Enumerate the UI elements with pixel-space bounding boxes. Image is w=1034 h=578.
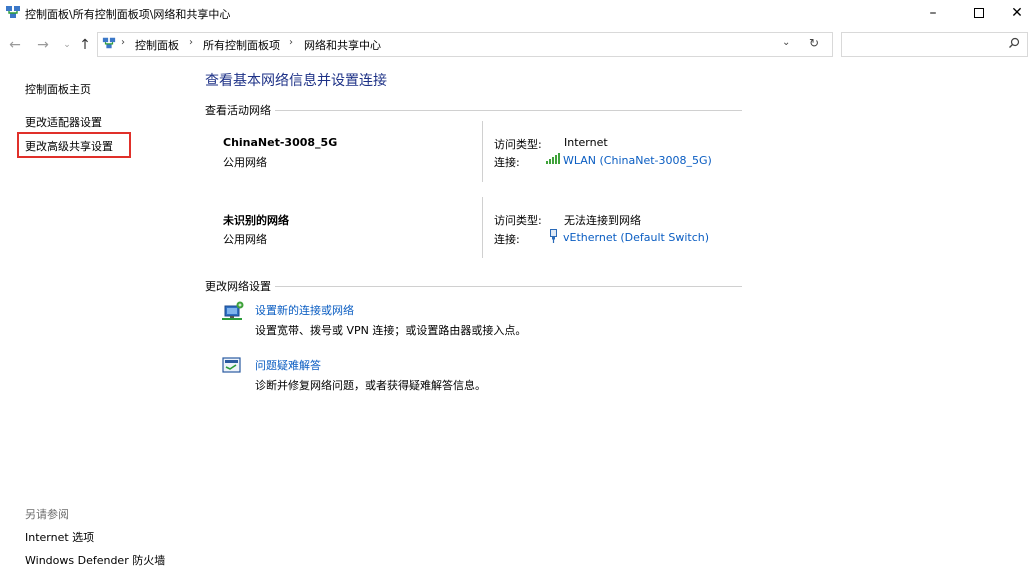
network-category-link[interactable]: 公用网络 <box>223 154 267 170</box>
breadcrumb-separator-icon: › <box>289 37 293 48</box>
setup-connection-desc: 设置宽带、拨号或 VPN 连接；或设置路由器或接入点。 <box>255 324 527 337</box>
refresh-icon[interactable]: ↻ <box>809 36 819 50</box>
change-settings-heading: 更改网络设置 <box>205 280 271 293</box>
troubleshoot-icon <box>222 357 242 378</box>
network-name: 未识别的网络 <box>223 214 289 227</box>
network-name: ChinaNet-3008_5G <box>223 136 338 149</box>
breadcrumb-all-items[interactable]: 所有控制面板项 <box>203 37 280 53</box>
wifi-signal-icon <box>546 153 560 167</box>
connection-label: 连接: <box>494 233 520 246</box>
sidebar-control-panel-home[interactable]: 控制面板主页 <box>25 81 91 97</box>
connection-label: 连接: <box>494 156 520 169</box>
network-control-panel-icon <box>102 36 116 50</box>
access-type-value: Internet <box>564 136 608 149</box>
title-bar: 控制面板\所有控制面板项\网络和共享中心 – ✕ <box>0 0 1034 26</box>
ethernet-adapter-icon <box>549 229 558 246</box>
see-also-heading: 另请参阅 <box>25 508 69 521</box>
recent-locations-chevron-icon[interactable]: ⌄ <box>58 35 76 55</box>
breadcrumb-control-panel[interactable]: 控制面板 <box>135 37 179 53</box>
column-divider <box>482 121 483 182</box>
new-connection-icon <box>222 301 244 324</box>
page-title: 查看基本网络信息并设置连接 <box>205 73 387 89</box>
troubleshoot-desc: 诊断并修复网络问题，或者获得疑难解答信息。 <box>255 379 486 392</box>
troubleshoot-link[interactable]: 问题疑难解答 <box>255 357 321 373</box>
forward-arrow-icon[interactable]: → <box>34 35 52 55</box>
network-control-panel-icon <box>5 4 21 20</box>
network-category-link[interactable]: 公用网络 <box>223 231 267 247</box>
window-title: 控制面板\所有控制面板项\网络和共享中心 <box>25 8 231 21</box>
access-type-value: 无法连接到网络 <box>564 214 641 227</box>
address-dropdown-chevron-icon[interactable]: ⌄ <box>782 37 790 48</box>
access-type-label: 访问类型: <box>494 214 542 227</box>
breadcrumb-separator-icon: › <box>121 37 125 48</box>
column-divider <box>482 197 483 258</box>
setup-connection-link[interactable]: 设置新的连接或网络 <box>255 302 354 318</box>
vethernet-connection-link[interactable]: vEthernet (Default Switch) <box>563 231 709 244</box>
back-arrow-icon[interactable]: ← <box>6 35 24 55</box>
close-button[interactable]: ✕ <box>994 0 1034 26</box>
see-also-defender-firewall[interactable]: Windows Defender 防火墙 <box>25 552 165 568</box>
breadcrumb-network-center[interactable]: 网络和共享中心 <box>304 37 381 53</box>
up-arrow-icon[interactable]: ↑ <box>76 35 94 55</box>
section-divider <box>275 286 742 287</box>
active-networks-heading: 查看活动网络 <box>205 104 271 117</box>
section-divider <box>275 110 742 111</box>
minimize-button[interactable]: – <box>910 0 956 26</box>
see-also-internet-options[interactable]: Internet 选项 <box>25 529 94 545</box>
search-input[interactable] <box>841 32 1028 57</box>
sidebar-change-advanced-sharing[interactable]: 更改高级共享设置 <box>25 138 113 154</box>
search-icon[interactable] <box>1008 37 1020 52</box>
wlan-connection-link[interactable]: WLAN (ChinaNet-3008_5G) <box>563 154 712 167</box>
access-type-label: 访问类型: <box>494 138 542 151</box>
breadcrumb-separator-icon: › <box>189 37 193 48</box>
sidebar-change-adapter-settings[interactable]: 更改适配器设置 <box>25 114 102 130</box>
